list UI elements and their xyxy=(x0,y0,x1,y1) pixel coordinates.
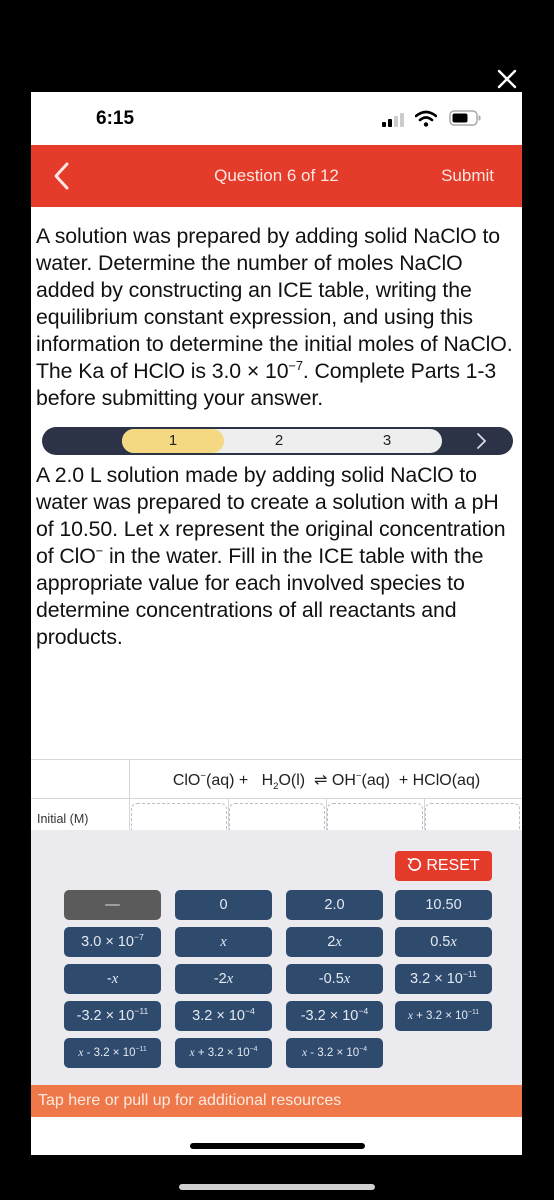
reset-button[interactable]: RESET xyxy=(395,851,492,881)
answer-tile[interactable]: x - 3.2 × 10−4 xyxy=(286,1038,383,1068)
phone-screen: 6:15 Question 6 of 12 Submit A solution … xyxy=(31,92,522,1155)
signal-icon xyxy=(382,113,404,127)
answer-tile[interactable]: 10.50 xyxy=(395,890,492,920)
submit-button[interactable]: Submit xyxy=(441,166,494,186)
answer-tile[interactable]: -x xyxy=(64,964,161,994)
status-bar: 6:15 xyxy=(31,92,522,145)
close-icon xyxy=(497,69,517,89)
question-intro: A solution was prepared by adding solid … xyxy=(36,224,513,410)
chevron-right-icon xyxy=(477,433,487,449)
answer-tile[interactable]: 2x xyxy=(286,927,383,957)
answer-tile[interactable]: 0.5x xyxy=(395,927,492,957)
reset-label: RESET xyxy=(426,857,480,874)
device-home-indicator xyxy=(179,1184,375,1190)
app-header: Question 6 of 12 Submit xyxy=(31,145,522,207)
answer-tile[interactable]: 2.0 xyxy=(286,890,383,920)
answer-bank: RESET — 0 2.0 10.50 3.0 × 10−7 x 2x 0.5x… xyxy=(31,830,522,1085)
reaction-row: ClO−(aq) + H2O(l) ⇌ OH−(aq) + HClO(aq) xyxy=(31,759,522,800)
step-2[interactable]: 2 xyxy=(224,429,334,453)
additional-resources-bar[interactable]: Tap here or pull up for additional resou… xyxy=(31,1085,522,1117)
step-1[interactable]: 1 xyxy=(122,429,224,453)
answer-tile[interactable]: -3.2 × 10−4 xyxy=(286,1001,383,1031)
status-time: 6:15 xyxy=(96,108,135,129)
answer-tile[interactable]: 3.2 × 10−4 xyxy=(175,1001,272,1031)
answer-tile[interactable]: 3.0 × 10−7 xyxy=(64,927,161,957)
answer-tile[interactable]: 3.2 × 10−11 xyxy=(395,964,492,994)
answer-tile[interactable]: x - 3.2 × 10−11 xyxy=(64,1038,161,1068)
reaction-cell: ClO−(aq) + H2O(l) ⇌ OH−(aq) + HClO(aq) xyxy=(129,759,522,800)
home-indicator[interactable] xyxy=(190,1143,365,1149)
answer-tile[interactable]: -0.5x xyxy=(286,964,383,994)
close-button[interactable] xyxy=(494,66,520,92)
reaction-equation: ClO−(aq) + H2O(l) ⇌ OH−(aq) + HClO(aq) xyxy=(172,770,481,793)
wifi-icon xyxy=(415,110,437,127)
answer-tile[interactable]: x xyxy=(175,927,272,957)
part-1-prompt: A 2.0 L solution made by adding solid Na… xyxy=(36,463,506,649)
answer-tile[interactable]: -3.2 × 10−11 xyxy=(64,1001,161,1031)
next-step-button[interactable] xyxy=(474,432,488,450)
answer-tile[interactable]: 0 xyxy=(175,890,272,920)
answer-tile[interactable]: x + 3.2 × 10−11 xyxy=(395,1001,492,1031)
undo-icon xyxy=(407,858,422,871)
battery-icon xyxy=(449,110,481,126)
back-button[interactable] xyxy=(51,161,73,191)
answer-tile-blank[interactable]: — xyxy=(64,890,161,920)
answer-tile[interactable]: x + 3.2 × 10−4 xyxy=(175,1038,272,1068)
answer-tile[interactable]: -2x xyxy=(175,964,272,994)
chevron-left-icon xyxy=(54,162,69,190)
row-label-initial: Initial (M) xyxy=(37,812,89,826)
step-3[interactable]: 3 xyxy=(334,429,440,453)
part-stepper: 1 2 3 xyxy=(42,427,513,455)
